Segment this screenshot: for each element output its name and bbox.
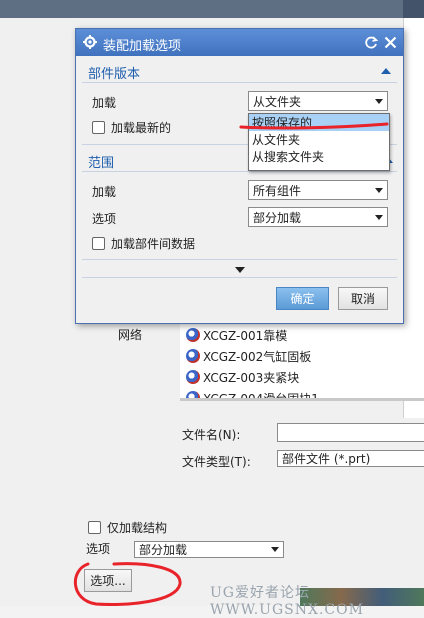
expand-more-icon[interactable] — [235, 267, 245, 273]
section-divider — [82, 82, 397, 83]
section-divider — [82, 277, 397, 278]
file-name: XCGZ-001靠模 — [203, 328, 288, 343]
network-label[interactable]: 网络 — [118, 326, 142, 343]
scope-option-value: 部分加载 — [253, 210, 302, 225]
dropdown-option[interactable]: 从文件夹 — [249, 131, 389, 148]
list-item[interactable]: XCGZ-002气缸固板 — [186, 346, 311, 366]
scope-load-value: 所有组件 — [253, 183, 302, 198]
nx-part-icon — [186, 391, 200, 398]
load-latest-checkbox[interactable]: 加载最新的 — [92, 119, 171, 136]
filename-label: 文件名(N): — [182, 428, 241, 442]
scope-load-select[interactable]: 所有组件 — [248, 180, 388, 200]
nx-part-icon — [186, 328, 200, 342]
list-divider — [180, 398, 424, 401]
scope-option-label: 选项 — [92, 212, 117, 226]
annotation-circle — [73, 562, 182, 606]
load-interpart-label: 加载部件间数据 — [111, 237, 196, 251]
load-version-select[interactable]: 从文件夹 — [248, 91, 388, 111]
section-scope-header[interactable]: 范围 — [88, 152, 114, 171]
ok-button[interactable]: 确定 — [276, 287, 329, 310]
reset-icon[interactable] — [365, 36, 378, 49]
file-name: XCGZ-002气缸固板 — [203, 349, 312, 364]
list-item[interactable]: XCGZ-003夹紧块 — [186, 367, 299, 387]
nx-part-icon — [186, 370, 200, 384]
checkbox-box[interactable] — [88, 521, 101, 534]
chevron-down-icon — [375, 188, 383, 193]
file-dialog-corner — [403, 0, 424, 18]
options-value: 部分加载 — [139, 543, 188, 557]
annotation-underline — [239, 122, 389, 130]
list-item[interactable]: XCGZ-004滑台固块1 — [186, 388, 319, 398]
section-divider — [82, 171, 397, 172]
filetype-label: 文件类型(T): — [182, 455, 251, 469]
filetype-value: 部件文件 (*.prt) — [282, 452, 371, 466]
section-part-version-header[interactable]: 部件版本 — [88, 63, 140, 82]
checkbox-box[interactable] — [92, 121, 105, 134]
load-structure-only-checkbox[interactable]: 仅加载结构 — [88, 519, 167, 536]
scope-option-select[interactable]: 部分加载 — [248, 207, 388, 227]
ok-button-label: 确定 — [290, 292, 315, 306]
chevron-up-icon[interactable] — [381, 68, 391, 74]
filename-input[interactable] — [277, 423, 424, 442]
dialog-title: 装配加载选项 — [103, 39, 182, 54]
watermark: UG爱好者论坛 WWW.UGSNX.COM — [210, 585, 364, 618]
load-interpart-checkbox[interactable]: 加载部件间数据 — [92, 235, 195, 252]
file-dialog-titlebar — [0, 0, 424, 18]
load-structure-only-label: 仅加载结构 — [107, 521, 168, 535]
chevron-down-icon — [271, 547, 279, 552]
load-latest-label: 加载最新的 — [111, 121, 172, 135]
cancel-button[interactable]: 取消 — [338, 287, 388, 310]
file-name: XCGZ-004滑台固块1 — [203, 390, 319, 399]
cancel-button-label: 取消 — [350, 292, 375, 306]
file-list[interactable]: XCGZ-001靠模 XCGZ-002气缸固板 XCGZ-003夹紧块 XCGZ… — [180, 322, 404, 398]
close-icon[interactable] — [384, 36, 397, 49]
dialog-titlebar: 装配加载选项 — [76, 29, 403, 56]
list-item[interactable]: XCGZ-001靠模 — [186, 325, 287, 345]
scope-load-label: 加载 — [92, 185, 117, 199]
load-label: 加载 — [92, 96, 117, 110]
load-version-value: 从文件夹 — [253, 94, 302, 109]
file-browser-strip — [403, 18, 424, 418]
options-select[interactable]: 部分加载 — [134, 541, 284, 558]
checkbox-box[interactable] — [92, 237, 105, 250]
assembly-load-options-dialog: 装配加载选项 部件版本 加载 从文件夹 加载最新的 范围 加载 所有组件 选项 … — [75, 28, 404, 324]
dropdown-option[interactable]: 从搜索文件夹 — [249, 148, 389, 165]
nx-part-icon — [186, 349, 200, 363]
file-name: XCGZ-003夹紧块 — [203, 370, 300, 385]
gear-icon — [83, 35, 97, 49]
filetype-select[interactable]: 部件文件 (*.prt) — [277, 450, 424, 467]
options-label: 选项 — [86, 542, 111, 556]
chevron-down-icon — [375, 215, 383, 220]
section-divider — [82, 259, 397, 260]
chevron-down-icon — [375, 99, 383, 104]
